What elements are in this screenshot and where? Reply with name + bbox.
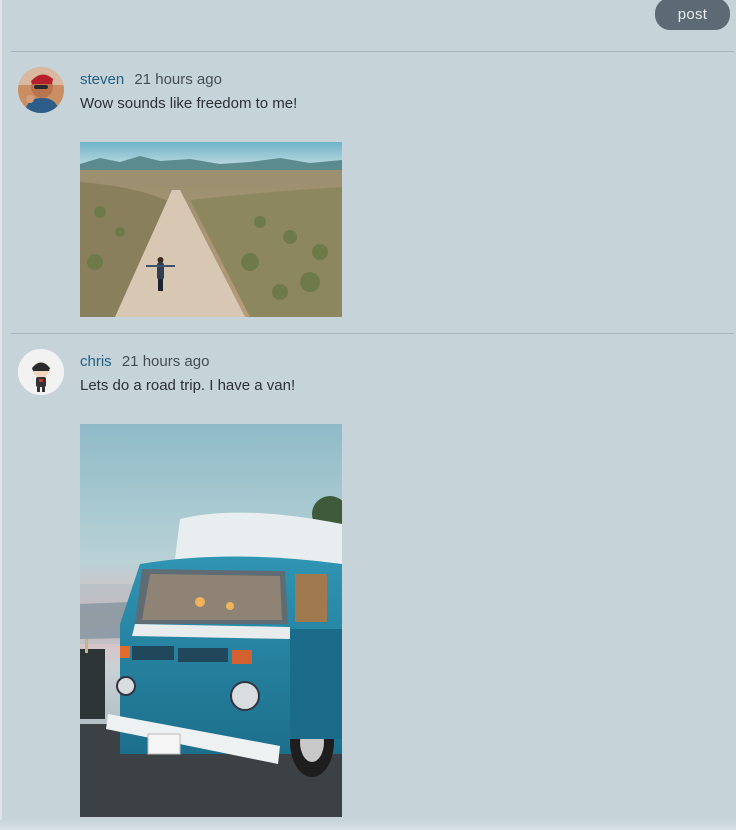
- post-image[interactable]: [80, 424, 342, 817]
- timestamp: 21 hours ago: [121, 353, 210, 370]
- post-button[interactable]: post: [655, 0, 730, 30]
- username-link[interactable]: chris: [80, 353, 112, 370]
- avatar[interactable]: [18, 67, 64, 113]
- footer-edge: [0, 820, 736, 830]
- post-image[interactable]: [80, 142, 342, 317]
- post-meta: steven 21 hours ago: [80, 71, 222, 88]
- post-text: Lets do a road trip. I have a van!: [80, 377, 296, 394]
- avatar[interactable]: [18, 349, 64, 395]
- username-link[interactable]: steven: [80, 71, 124, 88]
- post-meta: chris 21 hours ago: [80, 353, 209, 370]
- timestamp: 21 hours ago: [134, 71, 222, 88]
- post-text: Wow sounds like freedom to me!: [80, 95, 298, 112]
- divider: [11, 51, 734, 52]
- divider: [11, 333, 734, 334]
